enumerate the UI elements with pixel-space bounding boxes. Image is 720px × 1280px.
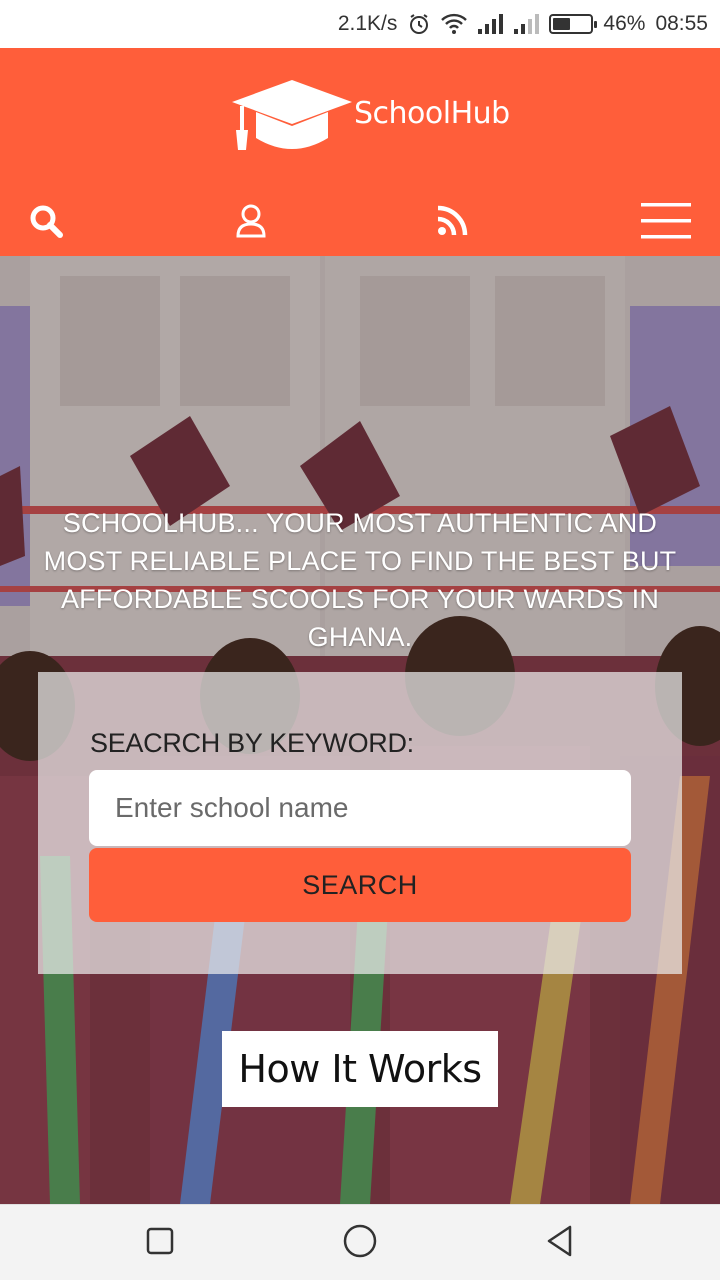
signal-icon [477, 13, 504, 35]
home-button[interactable] [340, 1223, 380, 1263]
android-navigation-bar [0, 1204, 720, 1280]
hero-section: SCHOOLHUB... YOUR MOST AUTHENTIC AND MOS… [0, 256, 720, 1204]
back-button[interactable] [540, 1223, 580, 1263]
header-nav [0, 193, 720, 253]
circle-icon [342, 1223, 378, 1264]
hamburger-menu-icon [641, 202, 691, 245]
search-button[interactable] [16, 193, 76, 253]
account-button[interactable] [221, 193, 281, 253]
triangle-back-icon [544, 1224, 576, 1263]
search-submit-button[interactable]: SEARCH [89, 848, 631, 922]
alarm-icon [407, 12, 431, 36]
logo-text: SchoolHub [354, 96, 510, 131]
logo[interactable]: SchoolHub [230, 78, 510, 159]
recents-button[interactable] [140, 1223, 180, 1263]
menu-button[interactable] [636, 193, 696, 253]
rss-icon [436, 205, 468, 242]
clock: 08:55 [655, 12, 708, 35]
user-icon [235, 204, 267, 243]
search-panel: SEACRCH BY KEYWORD: SEARCH [38, 672, 682, 974]
network-speed: 2.1K/s [337, 12, 398, 35]
school-search-input[interactable] [89, 770, 631, 846]
how-it-works-heading: How It Works [222, 1031, 498, 1107]
graduation-cap-icon [230, 78, 354, 159]
site-header: SchoolHub [0, 48, 720, 256]
search-icon [29, 204, 63, 243]
square-icon [145, 1226, 175, 1261]
feed-button[interactable] [422, 193, 482, 253]
wifi-icon [441, 13, 468, 35]
battery-percent: 46% [603, 12, 646, 35]
search-label: SEACRCH BY KEYWORD: [90, 728, 414, 758]
status-bar: 2.1K/s 46% 08:55 [0, 0, 720, 48]
battery-icon [549, 14, 598, 34]
hero-tagline: SCHOOLHUB... YOUR MOST AUTHENTIC AND MOS… [43, 508, 677, 652]
signal-2-icon [513, 13, 540, 35]
